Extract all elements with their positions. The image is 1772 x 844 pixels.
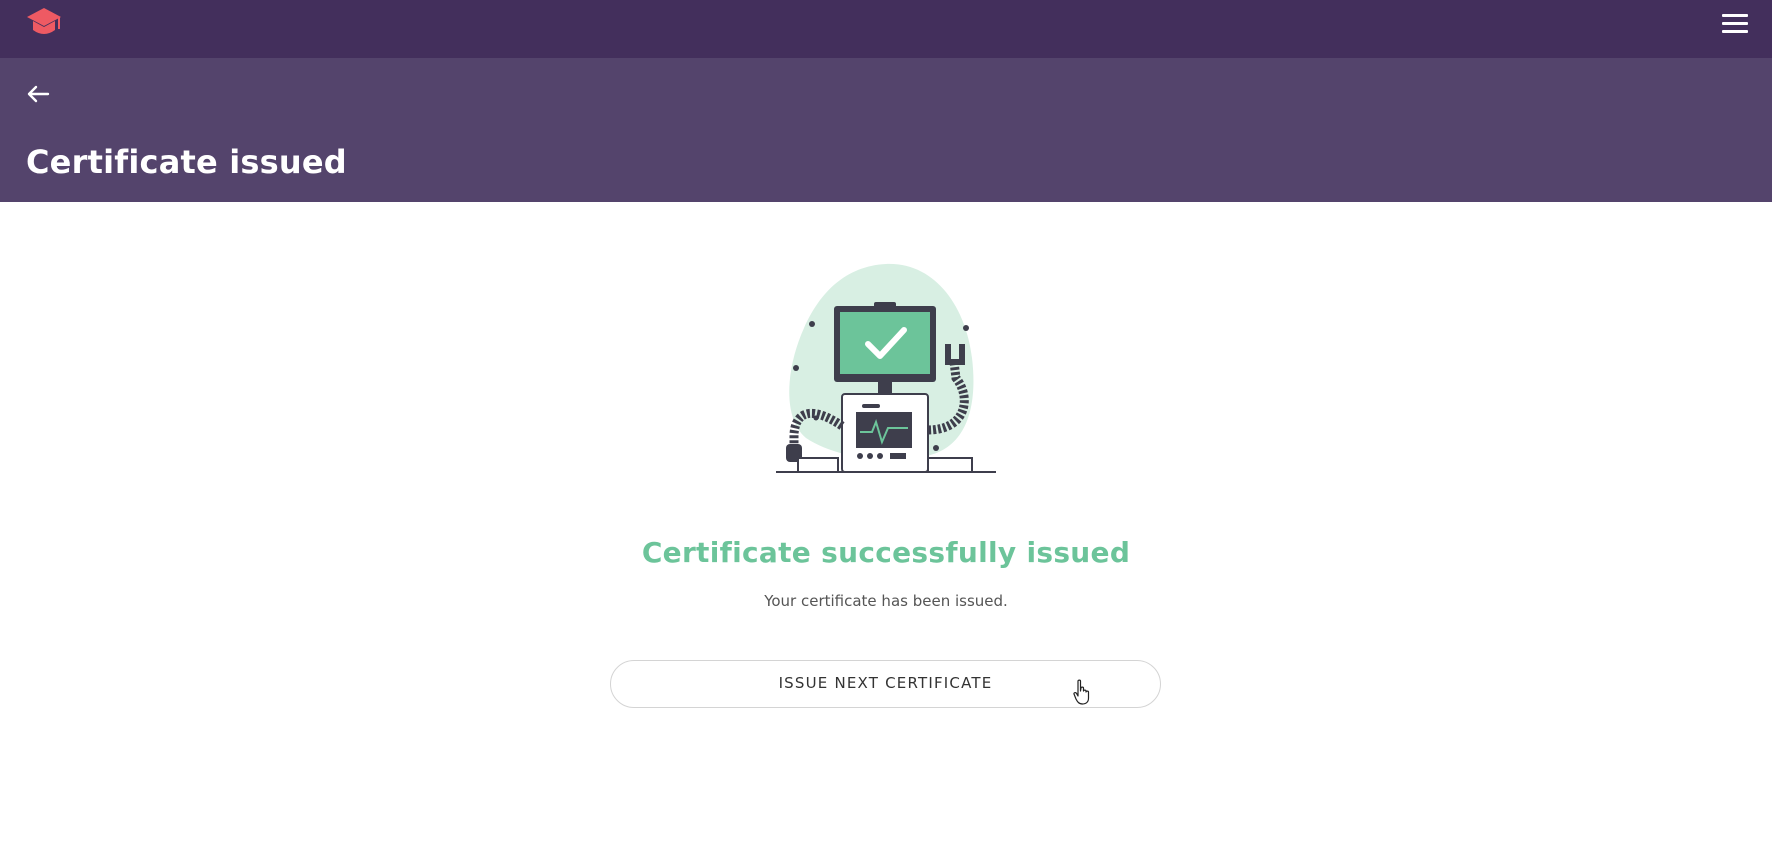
success-message: Your certificate has been issued. xyxy=(764,592,1008,610)
top-navigation-bar xyxy=(0,0,1772,58)
graduation-cap-icon[interactable] xyxy=(25,6,63,40)
hamburger-menu-icon[interactable] xyxy=(1722,11,1748,35)
success-title: Certificate successfully issued xyxy=(641,536,1131,569)
computer-checkmark-illustration xyxy=(776,263,996,473)
page-title: Certificate issued xyxy=(26,143,347,181)
hand-pointer-cursor-icon xyxy=(1073,679,1090,705)
page-header: Certificate issued xyxy=(0,58,1772,202)
arrow-left-icon[interactable] xyxy=(24,82,52,106)
main-content: Certificate successfully issued Your cer… xyxy=(0,202,1772,844)
